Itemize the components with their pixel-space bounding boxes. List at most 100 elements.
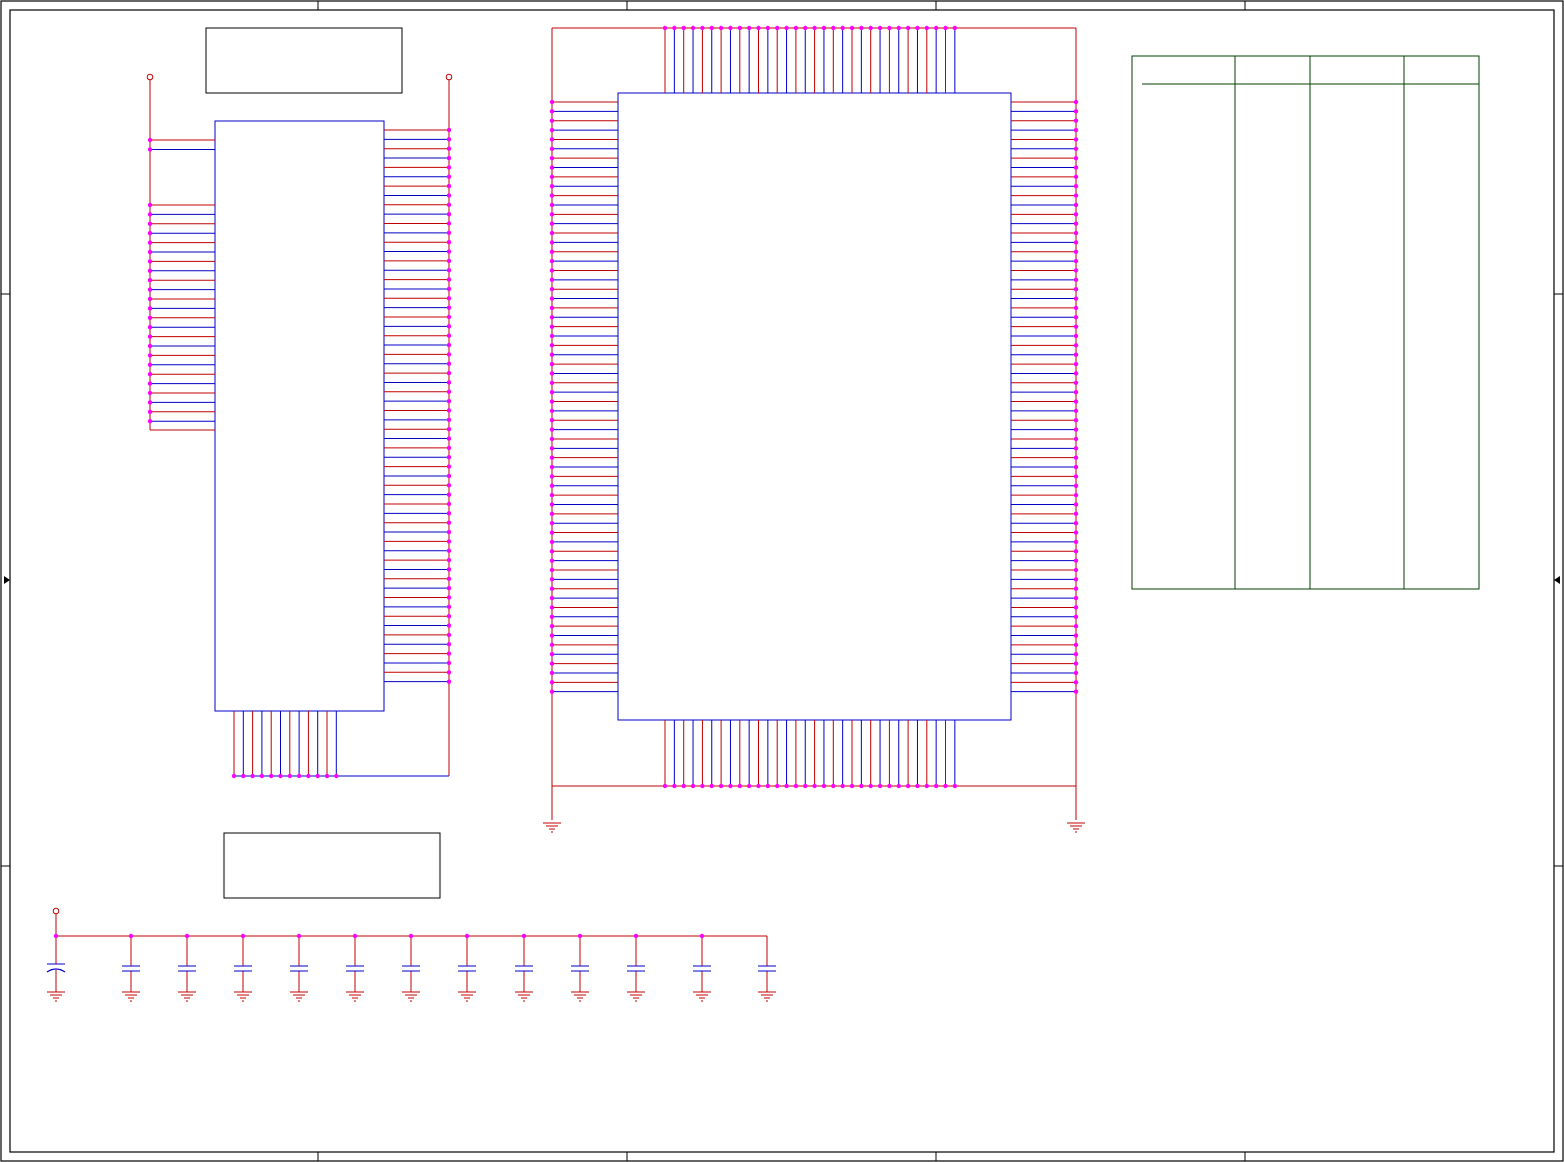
junction-dot-icon — [746, 783, 752, 789]
power-port-icon — [146, 73, 154, 81]
junction-dot-icon — [446, 211, 452, 217]
symbols — [46, 73, 1085, 1002]
junction-dot-icon — [549, 146, 555, 151]
junction-dot-icon — [952, 783, 958, 789]
junction-dot-icon — [1073, 595, 1079, 601]
junction-dot-icon — [549, 315, 555, 320]
junction-dot-icon — [446, 585, 452, 591]
junction-dot-icon — [259, 773, 265, 779]
junction-dot-icon — [446, 464, 452, 469]
connector-body[interactable] — [214, 120, 385, 712]
junction-dot-icon — [147, 334, 153, 339]
junctions — [53, 25, 1079, 939]
ground-icon — [234, 991, 252, 1002]
junction-dot-icon — [1073, 521, 1079, 526]
ground-icon — [693, 991, 711, 1002]
junction-dot-icon — [896, 25, 901, 31]
junction-dot-icon — [662, 25, 668, 31]
wires — [55, 27, 1077, 992]
junction-dot-icon — [446, 193, 452, 198]
junction-dot-icon — [1073, 633, 1079, 638]
junction-dot-icon — [446, 240, 452, 245]
junction-dot-icon — [549, 614, 555, 619]
junction-dot-icon — [672, 783, 677, 789]
junction-dot-icon — [746, 25, 752, 31]
junction-dot-icon — [53, 933, 59, 939]
junction-dot-icon — [549, 230, 555, 236]
junction-dot-icon — [549, 371, 555, 376]
junction-dot-icon — [1073, 305, 1079, 311]
junction-dot-icon — [803, 25, 808, 31]
junction-dot-icon — [793, 783, 799, 789]
junction-dot-icon — [147, 315, 153, 320]
junction-dot-icon — [446, 155, 452, 161]
junction-dot-icon — [887, 25, 892, 31]
junction-dot-icon — [1073, 277, 1079, 283]
junction-dot-icon — [446, 632, 452, 638]
junction-dot-icon — [849, 783, 855, 789]
junction-dot-icon — [446, 492, 452, 497]
junction-dot-icon — [924, 783, 929, 789]
junction-dot-icon — [943, 783, 948, 789]
pin-table — [1131, 55, 1480, 590]
junction-dot-icon — [446, 614, 452, 619]
junction-dot-icon — [549, 577, 555, 582]
junction-dot-icon — [877, 783, 883, 789]
junction-dot-icon — [549, 258, 555, 264]
capacitor-icon — [178, 965, 196, 972]
junction-dot-icon — [315, 773, 320, 779]
capacitor-icon — [402, 965, 420, 972]
junction-dot-icon — [549, 446, 555, 451]
junction-dot-icon — [840, 25, 845, 31]
junction-dot-icon — [147, 278, 153, 283]
junction-dot-icon — [577, 933, 583, 939]
junction-dot-icon — [728, 783, 733, 789]
junction-dot-icon — [1073, 118, 1079, 123]
ground-icon — [122, 991, 140, 1002]
zone-ticks — [1, 1, 1563, 1161]
junction-dot-icon — [446, 268, 452, 273]
junction-dot-icon — [700, 25, 705, 31]
junction-dot-icon — [1073, 502, 1079, 507]
ground-icon — [402, 991, 420, 1002]
junction-dot-icon — [549, 380, 555, 385]
junction-dot-icon — [446, 539, 452, 544]
junction-dot-icon — [709, 25, 714, 31]
junction-dot-icon — [549, 455, 555, 460]
ground-icon — [1067, 822, 1085, 833]
junction-dot-icon — [1073, 446, 1079, 451]
junction-dot-icon — [1073, 174, 1079, 180]
junction-dot-icon — [269, 773, 274, 779]
junction-dot-icon — [868, 25, 873, 31]
junction-dot-icon — [1073, 661, 1079, 666]
ic-component[interactable] — [617, 92, 1012, 721]
junction-dot-icon — [549, 595, 555, 601]
junction-dot-icon — [549, 249, 555, 254]
junction-dot-icon — [147, 306, 153, 311]
junction-dot-icon — [296, 773, 302, 779]
junction-dot-icon — [446, 427, 452, 432]
junction-dot-icon — [446, 249, 452, 254]
pin-table-border — [1131, 55, 1480, 590]
ground-icon — [515, 991, 533, 1002]
junction-dot-icon — [1073, 109, 1079, 114]
junction-dot-icon — [1073, 586, 1079, 591]
junction-dot-icon — [446, 146, 452, 151]
junction-dot-icon — [709, 783, 714, 789]
junction-dot-icon — [1073, 464, 1079, 470]
junction-dot-icon — [446, 342, 452, 348]
ground-icon — [543, 822, 561, 833]
junction-dot-icon — [549, 661, 555, 666]
ic-body[interactable] — [617, 92, 1012, 721]
junction-dot-icon — [549, 539, 555, 545]
junction-dot-icon — [446, 436, 452, 441]
junction-dot-icon — [1073, 333, 1079, 339]
junction-dot-icon — [446, 670, 452, 675]
connector-component[interactable] — [214, 120, 385, 712]
junction-dot-icon — [446, 398, 452, 404]
capacitor-icon — [346, 965, 364, 972]
ground-icon — [346, 991, 364, 1002]
junction-dot-icon — [147, 296, 153, 302]
junction-dot-icon — [933, 783, 939, 789]
junction-dot-icon — [446, 174, 452, 179]
